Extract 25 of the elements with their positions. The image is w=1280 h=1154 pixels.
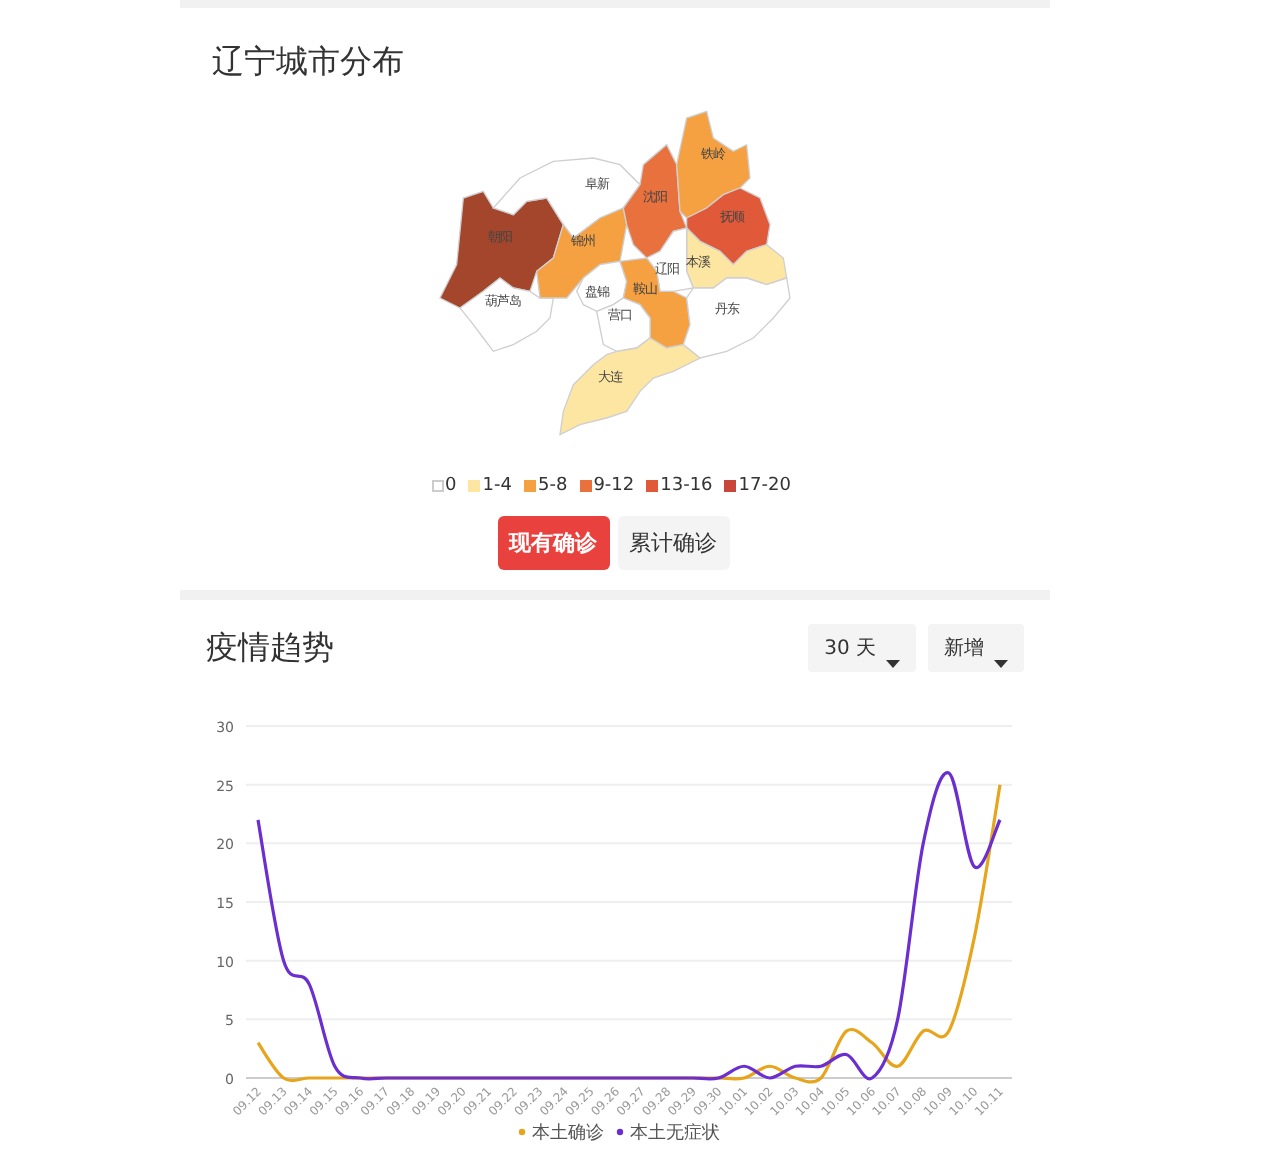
map-region[interactable] <box>622 143 688 259</box>
legend-label: 1-4 <box>482 476 512 496</box>
mode-tab[interactable]: 累计确诊 <box>617 516 729 570</box>
legend-label: 5-8 <box>537 476 568 496</box>
legend-label: 13-16 <box>660 476 713 496</box>
dropdown-button[interactable]: 30 天 <box>808 624 916 672</box>
map-region[interactable] <box>439 190 565 309</box>
legend-dot <box>518 1128 526 1136</box>
dropdown-button[interactable]: 新增 <box>928 624 1024 672</box>
caret-icon <box>994 660 1008 668</box>
legend-label: 0 <box>445 476 457 496</box>
map-region[interactable] <box>676 110 751 219</box>
legend-label: 本土确诊 <box>532 1124 604 1144</box>
mode-tab[interactable]: 现有确诊 <box>497 516 609 570</box>
legend-label: 本土无症状 <box>630 1124 720 1144</box>
legend-label: 17-20 <box>738 476 791 496</box>
legend-label: 9-12 <box>593 476 635 496</box>
map-region[interactable] <box>595 297 651 353</box>
map-region[interactable] <box>686 187 771 266</box>
caret-icon <box>886 660 900 668</box>
section-title: 疫情趋势 <box>206 627 336 669</box>
section-title: 辽宁城市分布 <box>210 40 404 82</box>
map-region[interactable] <box>459 277 555 353</box>
map-region[interactable] <box>535 207 628 299</box>
legend-dot <box>616 1128 624 1136</box>
